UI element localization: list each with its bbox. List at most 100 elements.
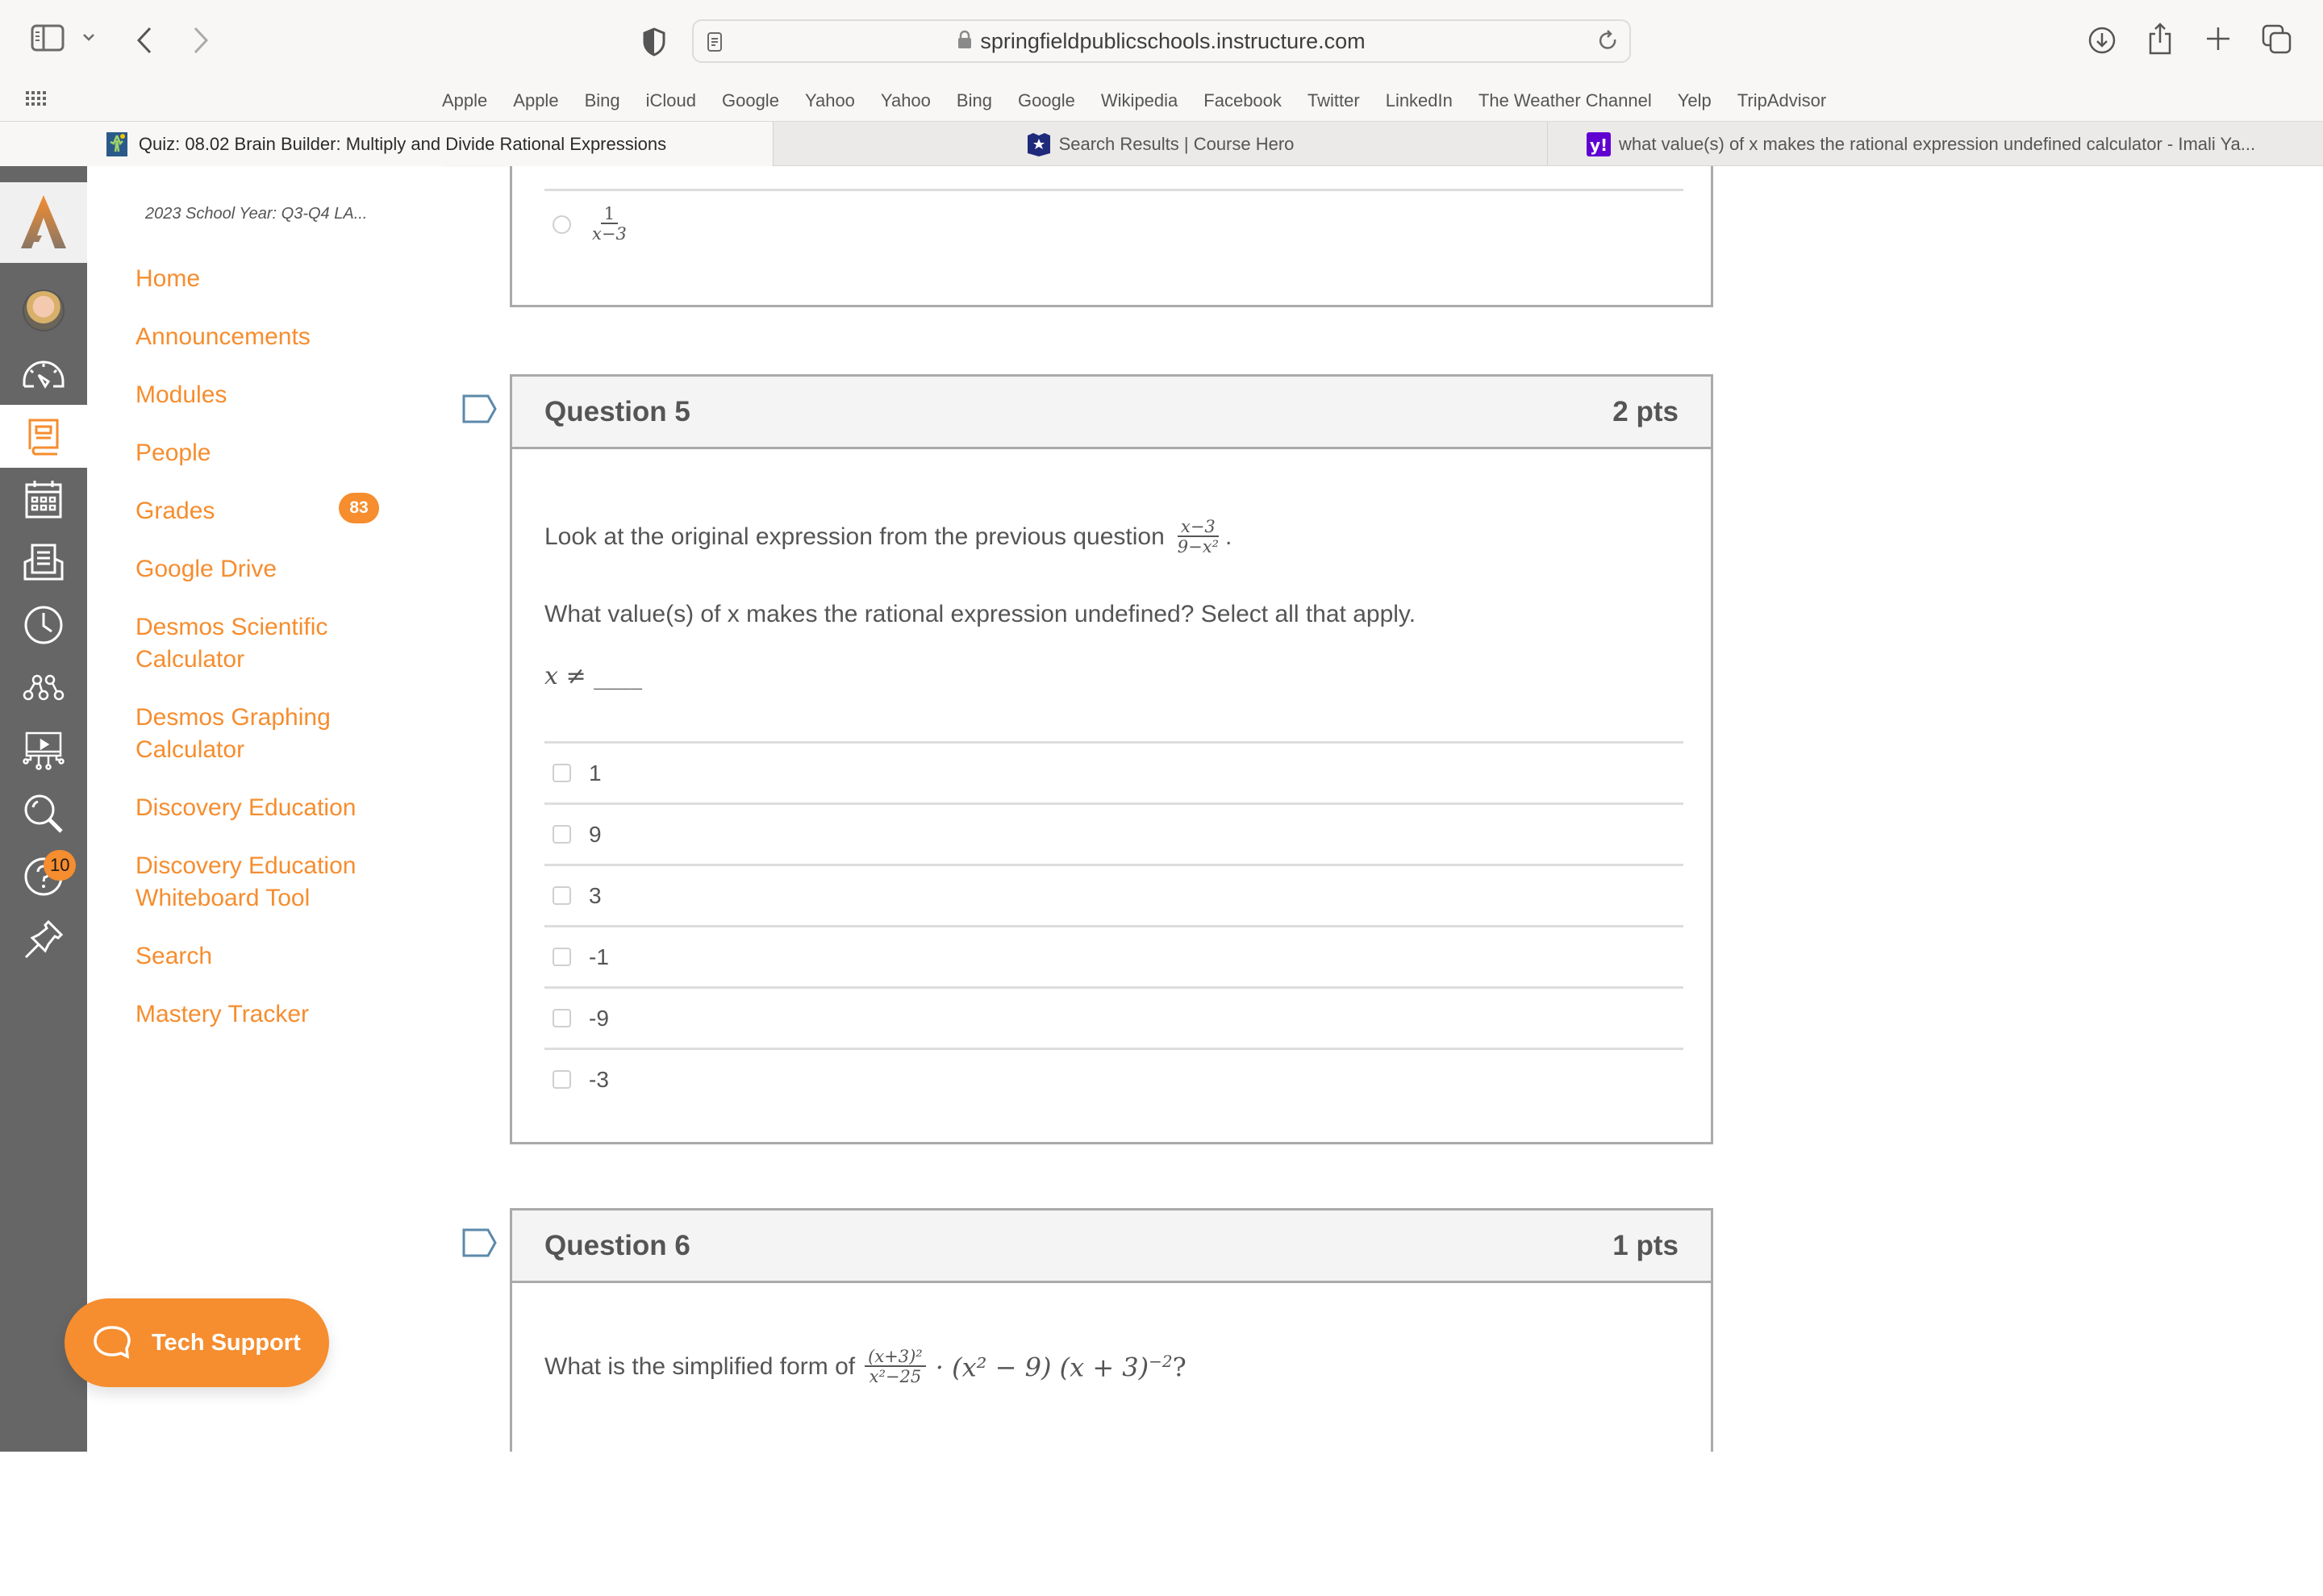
answer-checkbox[interactable] [553,764,571,782]
favorite-google-2[interactable]: Google [1005,90,1088,111]
global-nav-account[interactable] [0,279,87,342]
question-points: 2 pts [1612,395,1679,427]
answer-label: 1 [589,760,602,785]
tab-yahoo-search[interactable]: y! what value(s) of x makes the rational… [1547,122,2323,167]
back-icon[interactable] [136,26,153,55]
global-nav-calendar[interactable] [0,468,87,531]
flag-question-icon[interactable] [462,1228,498,1261]
answer-checkbox[interactable] [553,948,571,966]
global-nav-commons[interactable] [0,656,87,719]
favorite-google[interactable]: Google [709,90,792,111]
flag-question-icon[interactable] [462,394,498,427]
favorites-grid-icon[interactable] [24,89,47,112]
answer-option[interactable]: -9 [544,986,1683,1048]
avatar [23,290,65,331]
lock-icon [957,30,972,53]
answer-checkbox[interactable] [553,1009,571,1027]
sidebar-toggle-icon[interactable] [31,24,65,52]
search-icon [24,794,63,833]
question-5-card: Question 5 2 pts Look at the original ex… [462,374,1713,1144]
tab-quiz[interactable]: Quiz: 08.02 Brain Builder: Multiply and … [0,122,773,167]
course-nav-discovery-whiteboard[interactable]: Discovery Education Whiteboard Tool [136,850,386,915]
favorite-bing-2[interactable]: Bing [944,90,1005,111]
question-title: Question 5 [544,395,690,427]
favorite-apple-2[interactable]: Apple [500,90,571,111]
calendar-icon [25,481,62,519]
course-nav-desmos-scientific[interactable]: Desmos Scientific Calculator [136,611,369,676]
answer-checkbox[interactable] [553,825,571,844]
new-tab-icon[interactable] [2205,26,2231,52]
math-fraction: (x+3)² x²−25 [865,1348,926,1386]
favorite-twitter[interactable]: Twitter [1295,90,1373,111]
favorite-yelp[interactable]: Yelp [1665,90,1725,111]
favorite-bing[interactable]: Bing [572,90,633,111]
global-nav-courses[interactable] [0,405,87,468]
global-nav-help[interactable]: 10 [0,845,87,908]
course-navigation: 2023 School Year: Q3-Q4 LA... Home Annou… [87,166,442,1452]
favorite-weather-channel[interactable]: The Weather Channel [1466,90,1665,111]
favorites-bar: Apple Apple Bing iCloud Google Yahoo Yah… [0,81,2323,121]
answer-label: -1 [589,944,609,969]
answer-option[interactable]: 9 [544,802,1683,864]
browser-chrome: springfieldpublicschools.instructure.com… [0,0,2323,167]
question-text: What is the simplified form of (x+3)² x²… [544,1347,1187,1387]
favorite-facebook[interactable]: Facebook [1191,90,1295,111]
tab-course-hero[interactable]: Search Results | Course Hero [773,122,1547,167]
answer-option[interactable]: 1 [544,741,1683,802]
answer-option[interactable]: -1 [544,925,1683,986]
yahoo-icon: y! [1587,132,1611,156]
tab-title: Search Results | Course Hero [1058,134,1295,154]
favorite-yahoo[interactable]: Yahoo [792,90,868,111]
favorite-yahoo-2[interactable]: Yahoo [868,90,944,111]
answer-option[interactable]: -3 [544,1048,1683,1109]
favorite-wikipedia[interactable]: Wikipedia [1088,90,1191,111]
favorite-linkedin[interactable]: LinkedIn [1373,90,1466,111]
downloads-icon[interactable] [2087,26,2117,55]
course-nav-announcements[interactable]: Announcements [136,321,402,353]
question-header: Question 5 2 pts [512,377,1711,449]
share-icon[interactable] [2147,23,2173,55]
collapse-nav-icon[interactable] [21,1560,66,1596]
answer-checkbox[interactable] [553,886,571,905]
tab-bar: Quiz: 08.02 Brain Builder: Multiply and … [0,121,2323,167]
tech-support-label: Tech Support [152,1329,301,1356]
tech-support-button[interactable]: Tech Support [65,1298,329,1387]
chat-bubble-icon [94,1326,131,1359]
course-title[interactable]: 2023 School Year: Q3-Q4 LA... [145,205,367,223]
answer-option[interactable]: 1 x−3 [544,189,1683,258]
course-nav-discovery-education[interactable]: Discovery Education [136,792,402,824]
course-nav-home[interactable]: Home [136,263,402,295]
reload-icon[interactable] [1597,30,1620,56]
answer-option[interactable]: 3 [544,864,1683,925]
global-nav-studio[interactable] [0,719,87,782]
answer-option[interactable]: 3−x [544,166,1683,177]
global-nav-pin[interactable] [0,908,87,971]
tab-overview-icon[interactable] [2262,24,2292,55]
question-header: Question 6 1 pts [512,1211,1711,1283]
course-nav-search[interactable]: Search [136,940,402,973]
tab-title: what value(s) of x makes the rational ex… [1619,134,2256,154]
favorite-tripadvisor[interactable]: TripAdvisor [1725,90,1839,111]
privacy-shield-icon[interactable] [642,27,666,56]
answer-checkbox[interactable] [553,1070,571,1089]
global-nav-history[interactable] [0,594,87,656]
global-nav-search[interactable] [0,782,87,845]
tab-title: Quiz: 08.02 Brain Builder: Multiply and … [138,134,667,154]
course-nav-desmos-graphing[interactable]: Desmos Graphing Calculator [136,702,369,766]
course-nav-people[interactable]: People [136,437,402,469]
dashboard-icon [23,360,65,389]
global-nav-dashboard[interactable] [0,342,87,405]
course-nav-mastery-tracker[interactable]: Mastery Tracker [136,998,402,1031]
grades-badge: 83 [339,493,379,523]
favorite-icloud[interactable]: iCloud [633,90,709,111]
favorite-apple[interactable]: Apple [429,90,500,111]
global-nav-inbox[interactable] [0,531,87,594]
answer-radio[interactable] [553,215,571,234]
chevron-down-icon[interactable] [82,32,95,42]
question-4-card: 3−x 1 x−3 [510,166,1713,307]
institution-logo[interactable] [0,182,87,263]
forward-icon[interactable] [192,26,210,55]
address-bar[interactable]: springfieldpublicschools.instructure.com [692,19,1631,63]
course-nav-modules[interactable]: Modules [136,379,402,411]
course-nav-google-drive[interactable]: Google Drive [136,553,402,585]
